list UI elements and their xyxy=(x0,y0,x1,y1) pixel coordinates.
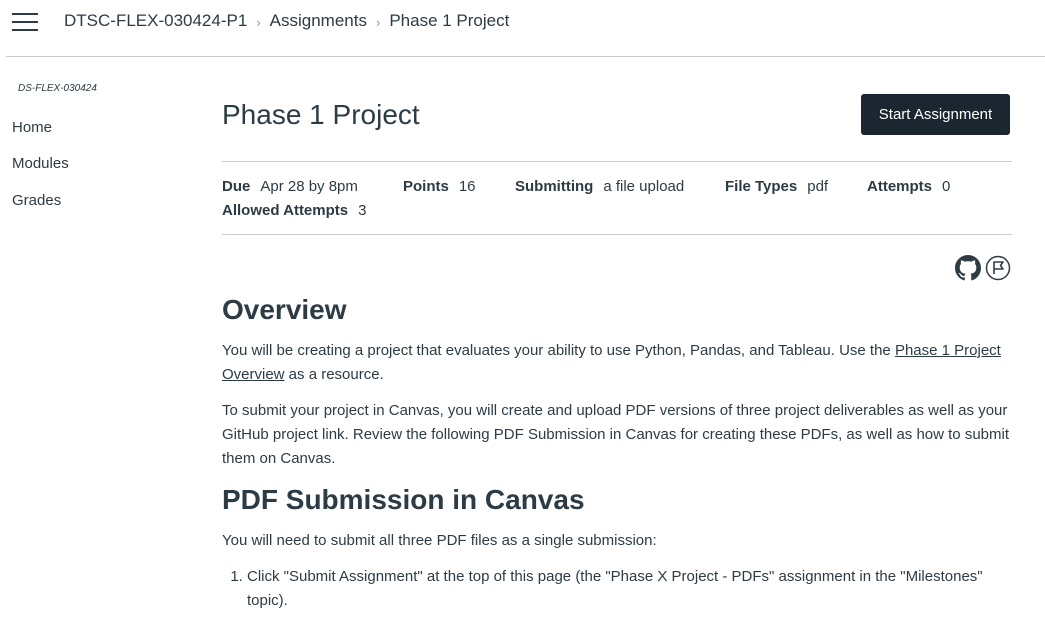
assignment-description: Overview You will be creating a project … xyxy=(222,293,1012,613)
list-item: Click "Submit Assignment" at the top of … xyxy=(247,565,1012,613)
allowed-attempts-label: Allowed Attempts xyxy=(222,202,349,219)
overview-paragraph-2: To submit your project in Canvas, you wi… xyxy=(222,402,1009,467)
chevron-right-icon: › xyxy=(256,14,261,30)
breadcrumb-current-page: Phase 1 Project xyxy=(389,11,510,30)
attempts-value: 0 xyxy=(942,178,951,195)
file-types-label: File Types xyxy=(725,178,798,195)
allowed-attempts-value: 3 xyxy=(358,202,367,219)
chevron-right-icon: › xyxy=(375,14,381,30)
overview-paragraph-1: You will be creating a project that eval… xyxy=(222,339,1012,387)
submitting-value: a file upload xyxy=(603,178,685,195)
github-icon[interactable] xyxy=(955,255,981,281)
assignment-details: Due Apr 28 by 8pm Points 16 Submitting a fi… xyxy=(222,161,1012,235)
file-types-value: pdf xyxy=(807,178,829,195)
breadcrumb-course-link[interactable]: DTSC-FLEX-030424-P1 xyxy=(64,11,247,31)
sidebar-item-grades[interactable]: Grades xyxy=(12,192,61,209)
pdf-submission-heading: PDF Submission in Canvas xyxy=(222,484,585,515)
sidebar-item-modules[interactable]: Modules xyxy=(12,155,69,172)
course-code-label: DS-FLEX-030424 xyxy=(18,83,97,94)
breadcrumb-assignments-link[interactable]: Assignments xyxy=(270,11,367,31)
points-label: Points xyxy=(403,178,449,195)
attempts-label: Attempts xyxy=(867,178,933,195)
points-value: 16 xyxy=(458,178,476,195)
due-detail: Due Apr 28 by 8pm xyxy=(222,178,358,195)
hamburger-menu-icon[interactable] xyxy=(12,13,38,31)
sidebar-item-home[interactable]: Home xyxy=(12,119,52,136)
submitting-label: Submitting xyxy=(515,178,594,195)
breadcrumb: DTSC-FLEX-030424-P1 › Assignments › Phas… xyxy=(64,11,509,31)
due-value: Apr 28 by 8pm xyxy=(260,178,358,195)
page-title: Phase 1 Project xyxy=(222,99,420,130)
top-navigation-bar: DTSC-FLEX-030424-P1 › Assignments › Phas… xyxy=(6,0,1045,57)
external-link-icons xyxy=(955,255,1011,281)
pdf-submission-paragraph: You will need to submit all three PDF fi… xyxy=(222,532,657,549)
allowed-attempts-detail: Allowed Attempts 3 xyxy=(222,202,366,219)
submission-steps-list: Click "Submit Assignment" at the top of … xyxy=(222,565,1012,613)
overview-text-end: as a resource. xyxy=(284,366,384,383)
attempts-detail: Attempts 0 xyxy=(867,178,950,195)
points-detail: Points 16 xyxy=(403,178,476,195)
submitting-detail: Submitting a file upload xyxy=(515,178,684,195)
due-label: Due xyxy=(222,178,251,195)
overview-heading: Overview xyxy=(222,294,347,325)
flag-icon[interactable] xyxy=(985,255,1011,281)
start-assignment-button[interactable]: Start Assignment xyxy=(861,94,1010,135)
file-types-detail: File Types pdf xyxy=(725,178,828,195)
overview-text-start: You will be creating a project that eval… xyxy=(222,342,895,359)
